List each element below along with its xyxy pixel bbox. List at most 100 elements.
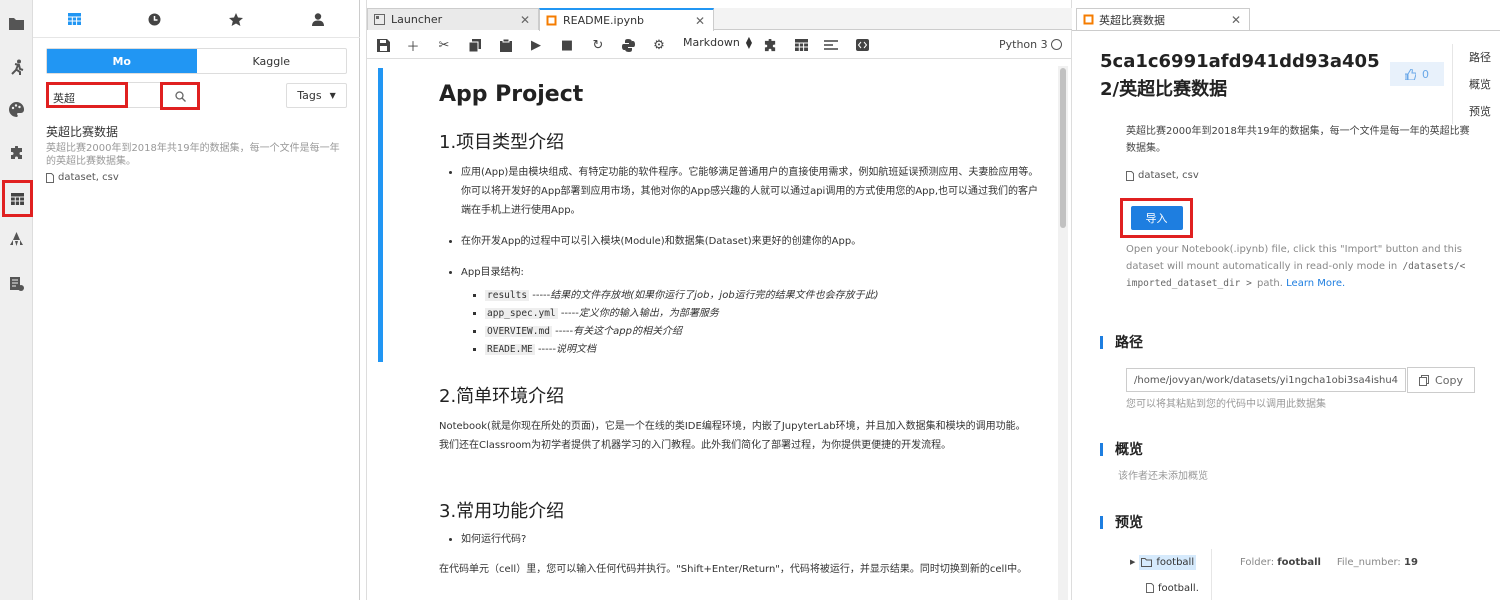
learn-more-link[interactable]: Learn More. xyxy=(1286,278,1345,289)
cut-icon[interactable]: ✂ xyxy=(436,37,452,53)
inline-code: OVERVIEW.md xyxy=(485,326,552,337)
tab-dataset-detail[interactable]: 英超比赛数据 ✕ xyxy=(1076,8,1250,30)
inline-code: results xyxy=(485,290,530,301)
hint-text: path. xyxy=(1257,278,1283,289)
like-button[interactable]: 0 xyxy=(1390,62,1444,86)
dataset-icon[interactable] xyxy=(2,180,33,217)
kernel-status-icon xyxy=(1051,39,1062,50)
toc-item-path[interactable]: 路径 xyxy=(1469,44,1500,71)
close-icon[interactable]: ✕ xyxy=(520,13,530,27)
notebook-toolbar: ＋ ✂ ▶ ■ ↻ ⚙ Markdown ▲ ▼ Python 3 xyxy=(367,31,1073,59)
launcher-icon xyxy=(374,14,385,25)
extension-icon[interactable] xyxy=(762,37,778,53)
source-segmented-control: Mo Kaggle xyxy=(46,48,347,74)
stop-icon[interactable]: ■ xyxy=(559,37,575,53)
caret-right-icon: ▶ xyxy=(1130,558,1136,566)
cell-type-select[interactable]: Markdown ▲ ▼ xyxy=(683,35,752,49)
dataset-files: dataset, csv xyxy=(1126,170,1199,181)
path-field[interactable]: /home/jovyan/work/datasets/yi1ngcha1obi3… xyxy=(1126,368,1406,392)
folder-icon[interactable] xyxy=(6,13,27,34)
palette-icon[interactable] xyxy=(6,99,27,120)
file-desc: 有关这个app的相关介绍 xyxy=(573,326,682,337)
list-item: 如何运行代码? xyxy=(461,530,1039,549)
file-desc: 定义你的输入输出，为部署服务 xyxy=(578,308,719,319)
like-count: 0 xyxy=(1422,67,1429,81)
separator: ----- xyxy=(537,344,556,355)
notebook-list-icon[interactable] xyxy=(6,273,27,294)
user-icon[interactable] xyxy=(308,9,328,29)
search-button[interactable] xyxy=(160,82,200,110)
tags-dropdown[interactable]: Tags ▼ xyxy=(286,83,347,108)
search-input-tail[interactable] xyxy=(128,82,160,108)
heading-section-3: 3.常用功能介绍 xyxy=(439,501,565,522)
notebook-icon xyxy=(546,15,557,26)
table-icon[interactable] xyxy=(793,37,809,53)
tags-label: Tags xyxy=(297,89,322,102)
section-path: 路径 xyxy=(1100,332,1143,352)
format-icon[interactable] xyxy=(823,37,839,53)
toc-item-preview[interactable]: 预览 xyxy=(1469,98,1500,125)
separator: ----- xyxy=(560,308,579,319)
tab-launcher[interactable]: Launcher ✕ xyxy=(367,8,539,30)
rocket-icon[interactable] xyxy=(6,229,27,250)
toc-item-overview[interactable]: 概览 xyxy=(1469,71,1500,98)
clock-icon[interactable] xyxy=(144,9,164,29)
folder-icon xyxy=(1141,557,1153,567)
notebook-content: App Project 1.项目类型介绍 应用(App)是由模块组成、有特定功能… xyxy=(367,60,1073,600)
paragraph-run-code: 在代码单元（cell）里，您可以输入任何代码并执行。"Shift+Enter/R… xyxy=(439,564,1028,575)
kernel-name[interactable]: Python 3 xyxy=(999,38,1048,51)
tree-item-file[interactable]: football. xyxy=(1146,579,1199,597)
file-structure-list: results ----- 结果的文件存放地(如果你运行了job，job运行完的结… xyxy=(439,287,1039,359)
code-icon[interactable] xyxy=(854,37,870,53)
section-heading: 概览 xyxy=(1115,442,1143,458)
active-cell-indicator xyxy=(378,68,383,362)
file-desc: 结果的文件存放地(如果你运行了job，job运行完的结果文件也会存放于此) xyxy=(550,290,879,301)
close-icon[interactable]: ✕ xyxy=(1231,13,1241,27)
dataset-description: 英超比赛2000年到2018年共19年的数据集，每一个文件是每一年的英超比赛数据… xyxy=(1126,126,1470,154)
thumbs-up-icon xyxy=(1405,68,1416,80)
file-desc: 说明文档 xyxy=(556,344,596,355)
section-preview: 预览 xyxy=(1100,512,1143,532)
files-label: dataset, csv xyxy=(58,172,119,183)
file-icon xyxy=(1126,170,1134,181)
table-of-contents: 路径 概览 预览 xyxy=(1452,44,1500,124)
folder-node: football xyxy=(1139,554,1197,570)
tree-label: football xyxy=(1156,556,1195,568)
copy-button[interactable]: Copy xyxy=(1407,367,1475,393)
notebook-area: Launcher ✕ README.ipynb ✕ ＋ ✂ ▶ ■ ↻ ⚙ Ma… xyxy=(366,0,1073,600)
extension-icon[interactable] xyxy=(6,142,27,163)
paste-icon[interactable] xyxy=(498,37,514,53)
dataset-result-title[interactable]: 英超比赛数据 xyxy=(46,123,118,140)
run-icon[interactable]: ▶ xyxy=(528,37,544,53)
copy-cell-icon[interactable] xyxy=(467,37,483,53)
dataset-panel: Mo Kaggle 英超 Tags ▼ 英超比赛数据 英超比赛2000年到201… xyxy=(33,0,360,600)
tree-item-folder[interactable]: ▶ football xyxy=(1130,553,1212,571)
tree-label: football. xyxy=(1158,582,1199,594)
source-tab-mo[interactable]: Mo xyxy=(47,49,197,73)
tab-readme[interactable]: README.ipynb ✕ xyxy=(539,8,714,31)
restart-icon[interactable]: ↻ xyxy=(590,37,606,53)
running-icon[interactable] xyxy=(6,56,27,77)
save-icon[interactable] xyxy=(375,37,391,53)
source-tab-kaggle[interactable]: Kaggle xyxy=(197,49,347,73)
list-item: app_spec.yml -----定义你的输入输出，为部署服务 xyxy=(485,305,1039,323)
notebook-icon xyxy=(1083,14,1094,25)
file-number-label: File_number: xyxy=(1336,557,1401,568)
folder-value: football xyxy=(1277,557,1321,568)
activity-bar xyxy=(0,0,33,600)
close-icon[interactable]: ✕ xyxy=(695,14,705,28)
folder-label: Folder: xyxy=(1240,557,1275,568)
search-icon xyxy=(174,90,186,102)
files-label: dataset, csv xyxy=(1138,170,1199,181)
python-icon[interactable] xyxy=(620,37,636,53)
add-cell-icon[interactable]: ＋ xyxy=(405,37,421,55)
search-input[interactable]: 英超 xyxy=(46,82,128,108)
star-icon[interactable] xyxy=(226,9,246,29)
list-item: results -----结果的文件存放地(如果你运行了job，job运行完的结… xyxy=(485,287,1039,305)
import-button[interactable]: 导入 xyxy=(1130,206,1183,230)
section-heading: 路径 xyxy=(1115,335,1143,351)
import-hint: Open your Notebook(.ipynb) file, click t… xyxy=(1126,241,1471,292)
table-icon[interactable] xyxy=(64,9,84,29)
scrollbar-thumb[interactable] xyxy=(1060,68,1066,228)
gear-icon[interactable]: ⚙ xyxy=(651,37,667,53)
